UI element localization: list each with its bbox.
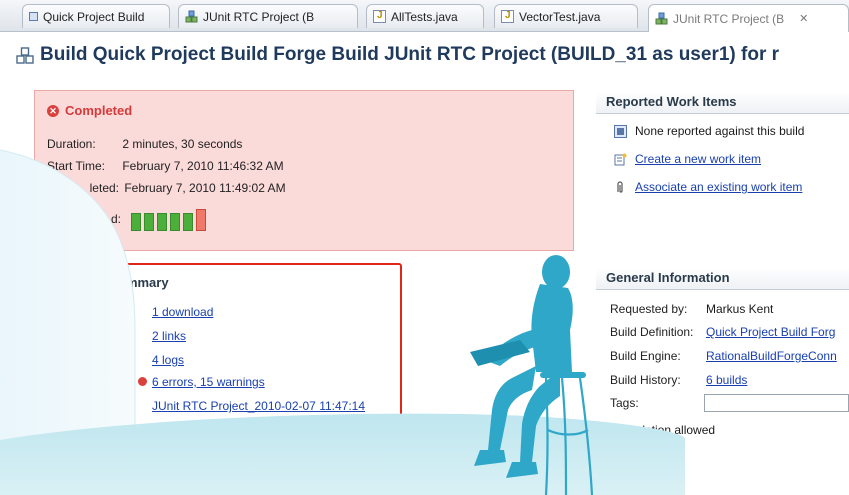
build-engine-link[interactable]: RationalBuildForgeConn [706, 349, 837, 363]
deletion-allowed-label: Deletion allowed [627, 423, 716, 437]
completed-value: February 7, 2010 11:49:02 AM [124, 181, 286, 195]
build-definition-link[interactable]: Quick Project Build Forg [706, 325, 835, 339]
requested-by-row: Requested by: Markus Kent [610, 302, 773, 316]
history-bar-ok[interactable] [183, 213, 193, 231]
tags-input[interactable] [704, 394, 849, 412]
stool-icon [544, 377, 594, 495]
tab-label: VectorTest.java [519, 9, 601, 24]
paperclip-icon [617, 180, 623, 193]
associate-work-item-row[interactable]: Associate an existing work item [614, 180, 802, 194]
errors-warnings-link[interactable]: 6 errors, 15 warnings [152, 375, 265, 389]
new-work-item-icon [614, 153, 627, 165]
start-time-row: Start Time: February 7, 2010 11:46:32 AM [47, 159, 284, 173]
build-engine-row: Build Engine: RationalBuildForgeConn [610, 349, 837, 363]
tab-label: AllTests.java [391, 9, 458, 24]
junit-results-link[interactable]: JUnit RTC Project_2010-02-07 11:47:14 [152, 399, 365, 413]
completed-label: leted: [89, 181, 119, 195]
error-icon [138, 377, 147, 386]
general-info-heading: General Information [596, 268, 849, 290]
tab-quick-project-build[interactable]: Quick Project Build [22, 4, 170, 28]
status-state: Completed [65, 103, 133, 118]
history-bar-ok[interactable] [144, 213, 154, 231]
history-bar-ok[interactable] [131, 213, 141, 231]
deletion-allowed-checkbox[interactable] [612, 422, 623, 436]
logs-link[interactable]: 4 logs [152, 353, 184, 367]
duration-label: Duration: [47, 137, 96, 151]
java-file-icon [501, 10, 514, 23]
build-engine-label: Build Engine: [610, 349, 681, 363]
no-work-items-text: None reported against this build [635, 124, 805, 138]
associate-work-item-link[interactable]: Associate an existing work item [635, 180, 802, 194]
tab-junit-rtc-project-1[interactable]: JUnit RTC Project (B [178, 4, 358, 28]
tab-label: JUnit RTC Project (B [203, 9, 315, 24]
error-icon: ✕ [47, 104, 59, 117]
history-label: d: [111, 212, 122, 226]
work-items-heading: Reported Work Items [596, 92, 849, 114]
completed-row: leted: February 7, 2010 11:49:02 AM [47, 181, 286, 195]
history-bar-fail[interactable] [196, 209, 206, 231]
tab-junit-rtc-project-active[interactable]: JUnit RTC Project (B ✕ [648, 4, 849, 32]
duration-value: 2 minutes, 30 seconds [122, 137, 243, 151]
close-icon[interactable]: ✕ [799, 12, 808, 25]
tab-label: JUnit RTC Project (B [673, 11, 785, 26]
no-work-items-row: None reported against this build [614, 124, 804, 138]
tags-row: Tags: [610, 396, 706, 410]
summary-heading: ummary [118, 275, 169, 290]
deletion-allowed-row[interactable]: Deletion allowed [612, 422, 716, 437]
tab-label: Quick Project Build [43, 9, 145, 24]
tags-label: Tags: [610, 396, 639, 410]
requested-by-label: Requested by: [610, 302, 688, 316]
tab-vectortest-java[interactable]: VectorTest.java [494, 4, 638, 28]
create-work-item-link[interactable]: Create a new work item [635, 152, 761, 166]
editor-tab-bar: Quick Project Build JUnit RTC Project (B… [0, 0, 849, 32]
links-link[interactable]: 2 links [152, 329, 186, 343]
start-time-label: Start Time: [47, 159, 106, 173]
square-icon [29, 12, 38, 21]
build-history-link[interactable]: 6 builds [706, 373, 747, 387]
build-icon [185, 10, 198, 23]
start-time-value: February 7, 2010 11:46:32 AM [122, 159, 284, 173]
history-bar-ok[interactable] [170, 213, 180, 231]
build-icon [16, 47, 34, 64]
build-definition-row: Build Definition: Quick Project Build Fo… [610, 325, 835, 339]
downloads-link[interactable]: 1 download [152, 305, 213, 319]
build-history-bars [131, 209, 206, 231]
java-file-icon [373, 10, 386, 23]
work-item-icon [614, 124, 627, 138]
duration-row: Duration: 2 minutes, 30 seconds [47, 137, 242, 151]
activity-summary-panel: ummary 1 download 2 links 4 logs 6 error… [34, 263, 402, 443]
build-history-label: Build History: [610, 373, 681, 387]
build-definition-label: Build Definition: [610, 325, 694, 339]
page-title-text: Build Quick Project Build Forge Build JU… [40, 44, 780, 65]
build-history-row: Build History: 6 builds [610, 373, 747, 387]
create-work-item-row[interactable]: Create a new work item [614, 152, 761, 166]
build-status-panel: ✕ Completed Duration: 2 minutes, 30 seco… [34, 90, 574, 251]
page-title: Build Quick Project Build Forge Build JU… [0, 40, 849, 70]
build-icon [655, 12, 668, 25]
status-heading: ✕ Completed [47, 103, 132, 118]
tab-alltests-java[interactable]: AllTests.java [366, 4, 484, 28]
seated-person-silhouette [470, 255, 586, 478]
requested-by-value: Markus Kent [706, 302, 774, 316]
history-bar-ok[interactable] [157, 213, 167, 231]
